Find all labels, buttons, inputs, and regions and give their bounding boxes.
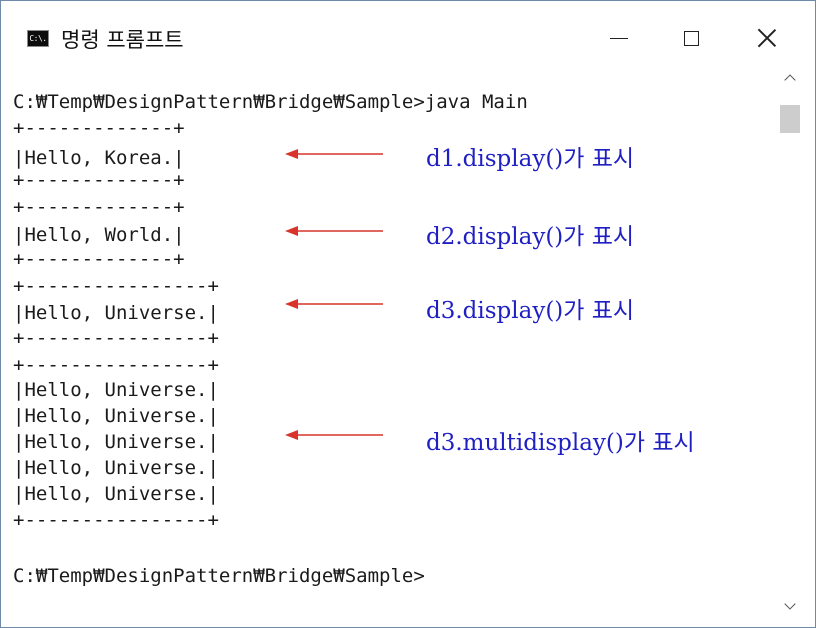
command-prompt-window: C:\. 명령 프롬프트 C:₩Temp₩DesignPattern₩Bridg… — [0, 0, 816, 628]
maximize-button[interactable] — [661, 15, 721, 61]
console-line: |Hello, Universe.| — [13, 483, 219, 505]
console-line: +-------------+ — [13, 248, 185, 270]
console-line: |Hello, Universe.| — [13, 457, 219, 479]
console-line: +-------------+ — [13, 196, 185, 218]
scroll-down-button[interactable] — [777, 593, 803, 619]
console-line: +----------------+ — [13, 327, 219, 349]
vertical-scrollbar[interactable] — [777, 61, 803, 625]
annotation-d1-display: d1.display()가 표시 — [426, 146, 635, 172]
title-bar[interactable]: C:\. 명령 프롬프트 — [1, 1, 815, 77]
scroll-up-button[interactable] — [777, 65, 803, 91]
cmd-icon: C:\. — [27, 30, 49, 47]
chevron-up-icon — [784, 74, 796, 86]
prompt-line: C:₩Temp₩DesignPattern₩Bridge₩Sample> — [13, 565, 425, 587]
chevron-down-icon — [784, 598, 796, 610]
prompt-command-line: C:₩Temp₩DesignPattern₩Bridge₩Sample>java… — [13, 91, 528, 113]
left-arrow-icon — [285, 149, 383, 159]
console-line: +----------------+ — [13, 275, 219, 297]
window-title: 명령 프롬프트 — [61, 28, 184, 52]
left-arrow-icon — [285, 226, 383, 236]
console-line: |Hello, Universe.| — [13, 405, 219, 427]
console-line: +-------------+ — [13, 117, 185, 139]
console-line: |Hello, Universe.| — [13, 379, 219, 401]
console-output[interactable]: C:₩Temp₩DesignPattern₩Bridge₩Sample>java… — [1, 77, 777, 627]
annotation-d2-display: d2.display()가 표시 — [426, 224, 635, 250]
left-arrow-icon — [285, 299, 383, 309]
annotation-d3-display: d3.display()가 표시 — [426, 298, 635, 324]
console-line: +-------------+ — [13, 169, 185, 191]
console-line: |Hello, Universe.| — [13, 431, 219, 453]
console-line: +----------------+ — [13, 354, 219, 376]
scroll-thumb[interactable] — [780, 105, 800, 133]
console-line: |Hello, Universe.| — [13, 302, 219, 324]
console-line: |Hello, World.| — [13, 224, 185, 246]
minimize-icon — [610, 37, 628, 39]
console-line: |Hello, Korea.| — [13, 147, 185, 169]
annotation-d3-multidisplay: d3.multidisplay()가 표시 — [426, 430, 695, 456]
maximize-icon — [683, 30, 699, 46]
close-button[interactable] — [737, 15, 797, 61]
minimize-button[interactable] — [589, 15, 649, 61]
left-arrow-icon — [285, 430, 383, 440]
close-icon — [757, 28, 777, 48]
console-line: +----------------+ — [13, 509, 219, 531]
